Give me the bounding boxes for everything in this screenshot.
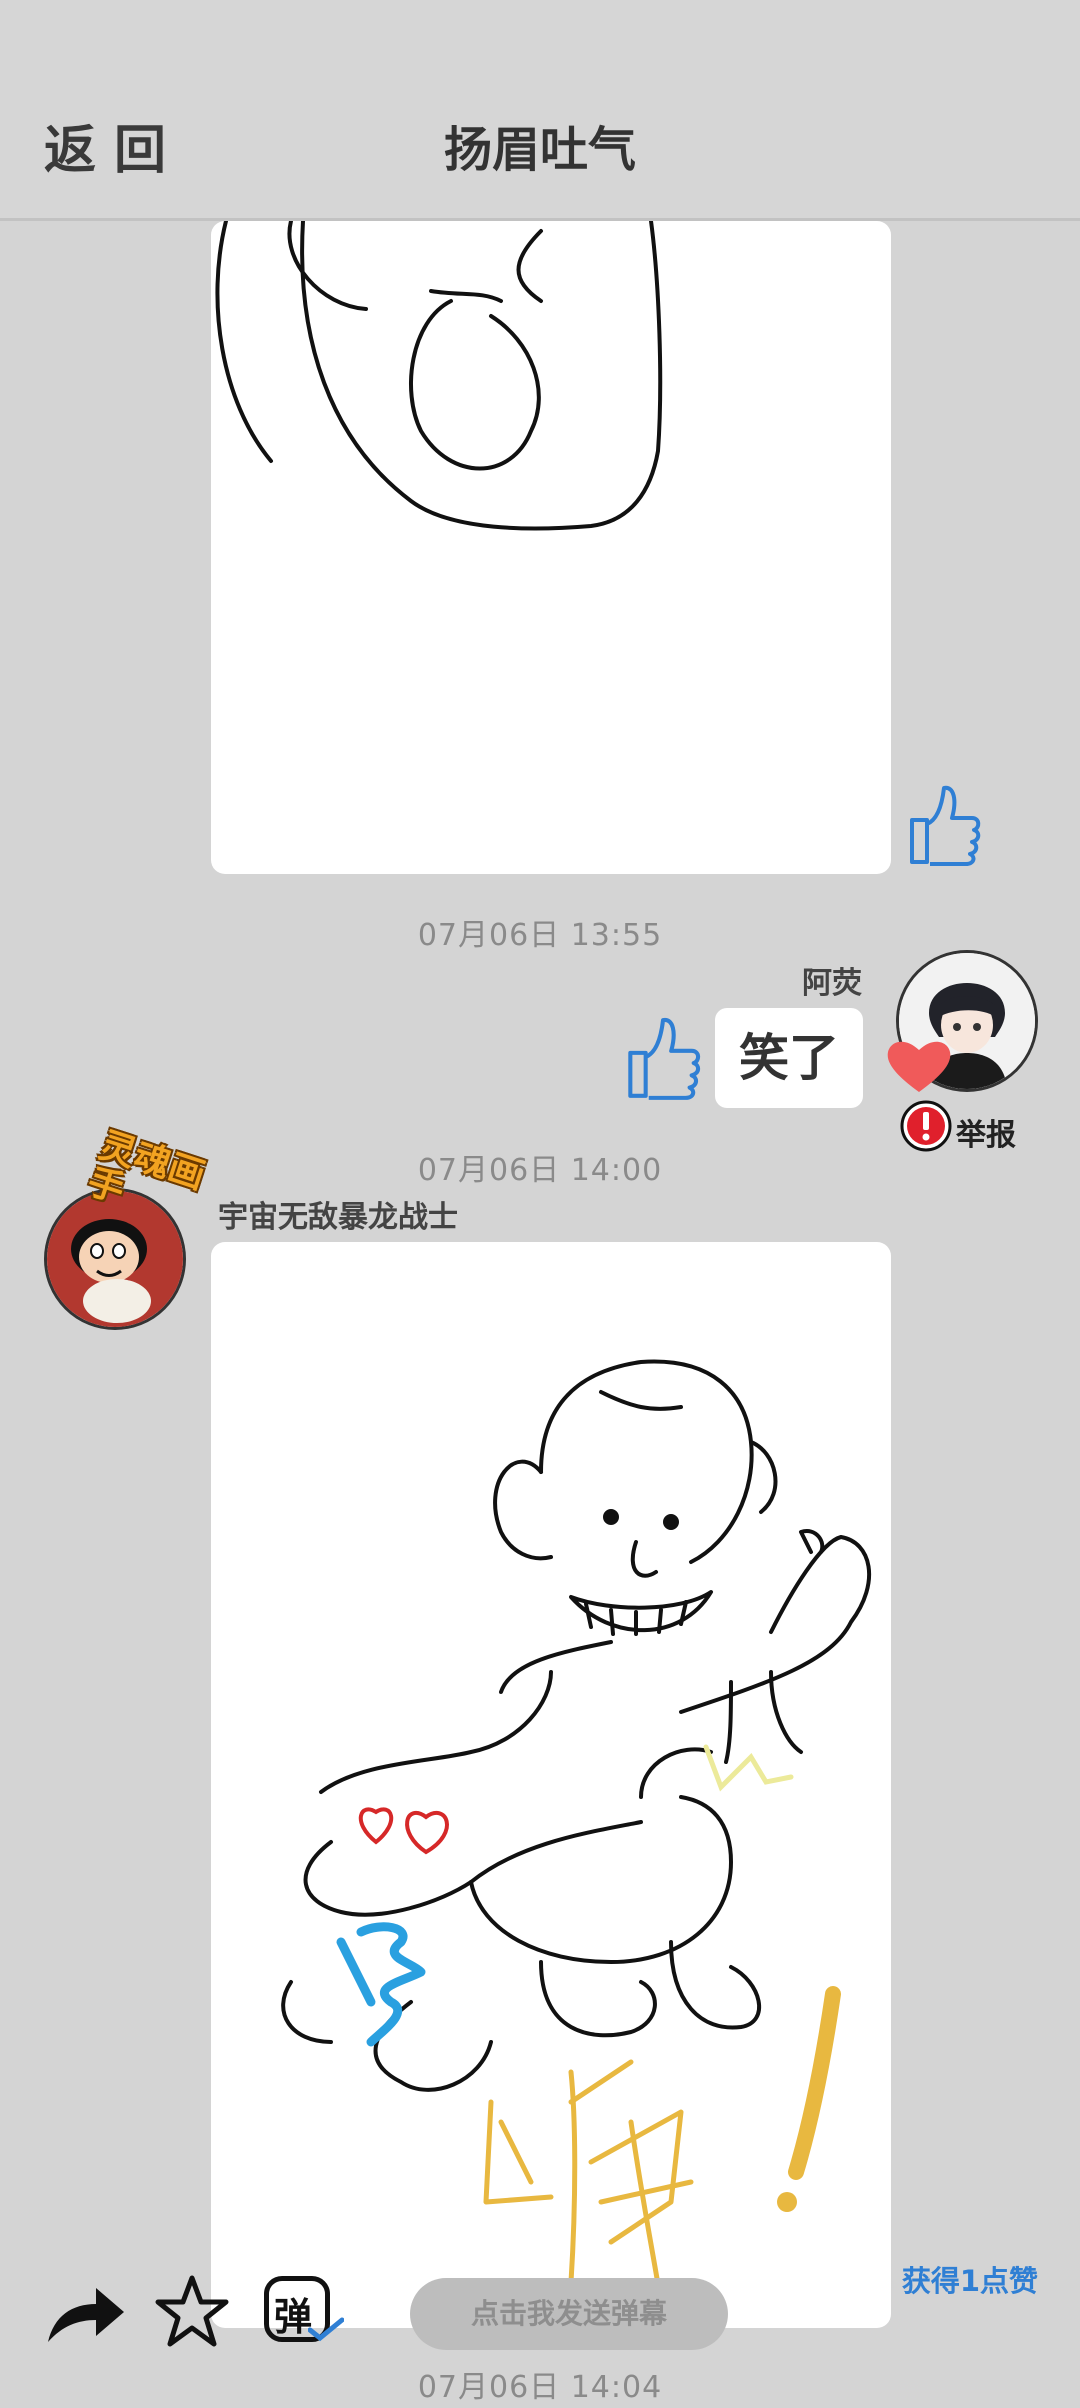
drawing-card-2[interactable]: 哼!: [211, 1242, 891, 2328]
header-bar: 返回 扬眉吐气: [0, 0, 1080, 221]
badge-text: 灵魂画手: [82, 1124, 210, 1212]
timestamp: 07月06日 14:04: [417, 2370, 663, 2405]
star-icon[interactable]: [154, 2274, 230, 2348]
page-title: 扬眉吐气: [443, 122, 636, 178]
earn-likes-label: 获得1点赞: [901, 2264, 1038, 2298]
danmaku-icon-char: 弹: [274, 2295, 313, 2339]
check-icon: [308, 2317, 344, 2342]
sender-name: 阿荧: [802, 966, 862, 1001]
thumbs-up-icon[interactable]: [620, 1012, 702, 1104]
danmaku-icon[interactable]: 弹: [264, 2276, 344, 2346]
drawing-sketch-1: [215, 221, 663, 531]
danmaku-input-button[interactable]: 点击我发送弹幕: [410, 2278, 728, 2350]
message-bubble[interactable]: 笑了: [715, 1008, 863, 1108]
drawing-card-1[interactable]: [211, 221, 891, 874]
thumbs-up-icon[interactable]: [902, 780, 982, 870]
avatar-badge: 灵魂画手: [83, 1125, 222, 1282]
timestamp: 07月06日 13:55: [417, 918, 663, 953]
share-icon[interactable]: [44, 2282, 128, 2346]
heart-icon[interactable]: [884, 1036, 954, 1096]
drawing-sketch-2: 哼!: [281, 1359, 872, 2305]
sender-name: 宇宙无敌暴龙战士: [218, 1200, 458, 1235]
